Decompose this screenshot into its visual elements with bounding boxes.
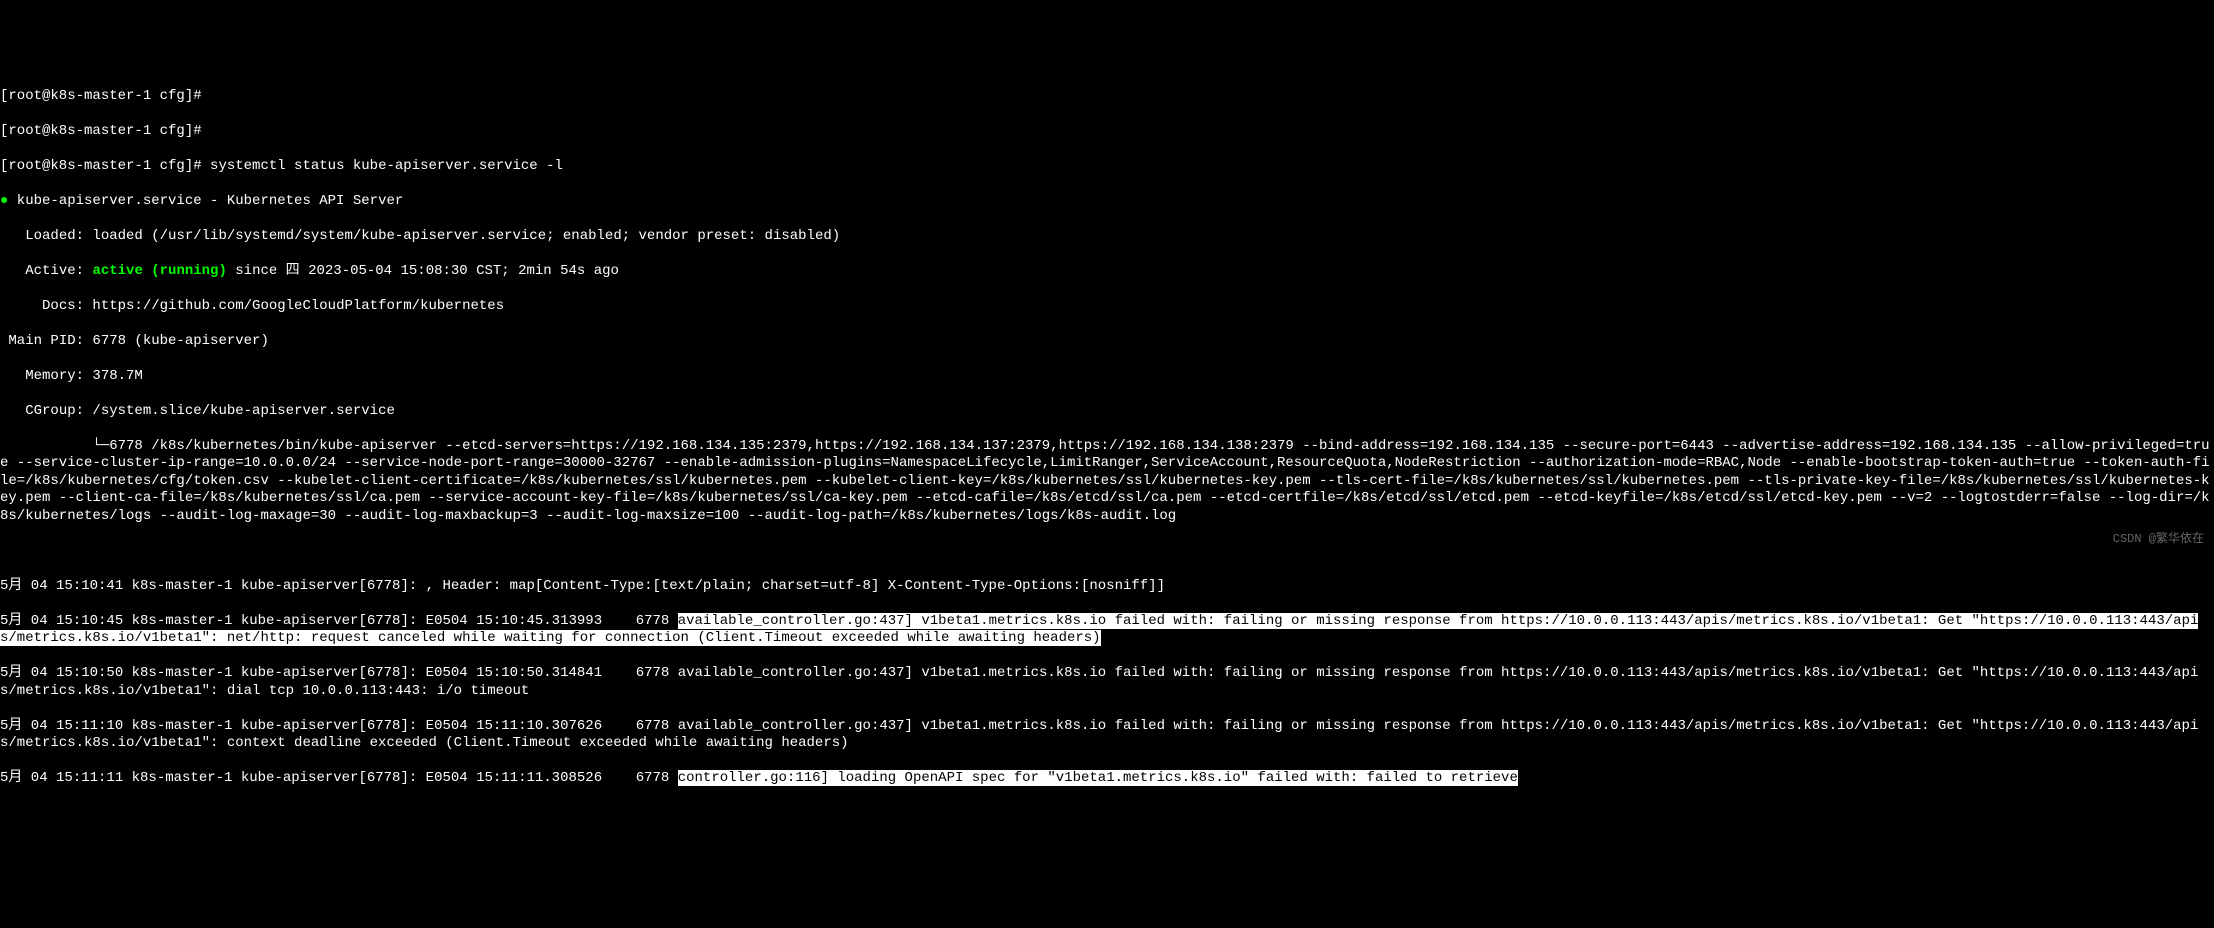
terminal-output[interactable]: [root@k8s-master-1 cfg]# [root@k8s-maste… bbox=[0, 70, 2214, 805]
log-prefix: 5月 04 15:11:11 k8s-master-1 kube-apiserv… bbox=[0, 770, 678, 786]
log-highlight: controller.go:116] loading OpenAPI spec … bbox=[678, 770, 1518, 786]
watermark-text: CSDN @繁华依在 bbox=[2113, 532, 2204, 547]
cgroup-line: CGroup: /system.slice/kube-apiserver.ser… bbox=[0, 403, 2214, 421]
active-line: Active: active (running) since 四 2023-05… bbox=[0, 263, 2214, 281]
log-prefix: 5月 04 15:10:45 k8s-master-1 kube-apiserv… bbox=[0, 613, 678, 629]
cgroup-detail-line: └─6778 /k8s/kubernetes/bin/kube-apiserve… bbox=[0, 438, 2214, 526]
prompt-line: [root@k8s-master-1 cfg]# bbox=[0, 88, 2214, 106]
log-line: 5月 04 15:10:50 k8s-master-1 kube-apiserv… bbox=[0, 665, 2214, 700]
log-line: 5月 04 15:10:41 k8s-master-1 kube-apiserv… bbox=[0, 578, 2214, 596]
active-since: since 四 2023-05-04 15:08:30 CST; 2min 54… bbox=[227, 263, 619, 279]
service-header-line: ● kube-apiserver.service - Kubernetes AP… bbox=[0, 193, 2214, 211]
log-line: 5月 04 15:11:10 k8s-master-1 kube-apiserv… bbox=[0, 718, 2214, 753]
active-label: Active: bbox=[0, 263, 92, 279]
active-status: active (running) bbox=[92, 263, 226, 279]
prompt: [root@k8s-master-1 cfg]# bbox=[0, 158, 210, 174]
log-line: 5月 04 15:11:11 k8s-master-1 kube-apiserv… bbox=[0, 770, 2214, 788]
service-name: kube-apiserver.service - Kubernetes API … bbox=[8, 193, 403, 209]
command-line: [root@k8s-master-1 cfg]# systemctl statu… bbox=[0, 158, 2214, 176]
prompt-line: [root@k8s-master-1 cfg]# bbox=[0, 123, 2214, 141]
loaded-line: Loaded: loaded (/usr/lib/systemd/system/… bbox=[0, 228, 2214, 246]
memory-line: Memory: 378.7M bbox=[0, 368, 2214, 386]
docs-line: Docs: https://github.com/GoogleCloudPlat… bbox=[0, 298, 2214, 316]
main-pid-line: Main PID: 6778 (kube-apiserver) bbox=[0, 333, 2214, 351]
command-text: systemctl status kube-apiserver.service … bbox=[210, 158, 563, 174]
log-line: 5月 04 15:10:45 k8s-master-1 kube-apiserv… bbox=[0, 613, 2214, 648]
blank-line bbox=[0, 543, 2214, 561]
